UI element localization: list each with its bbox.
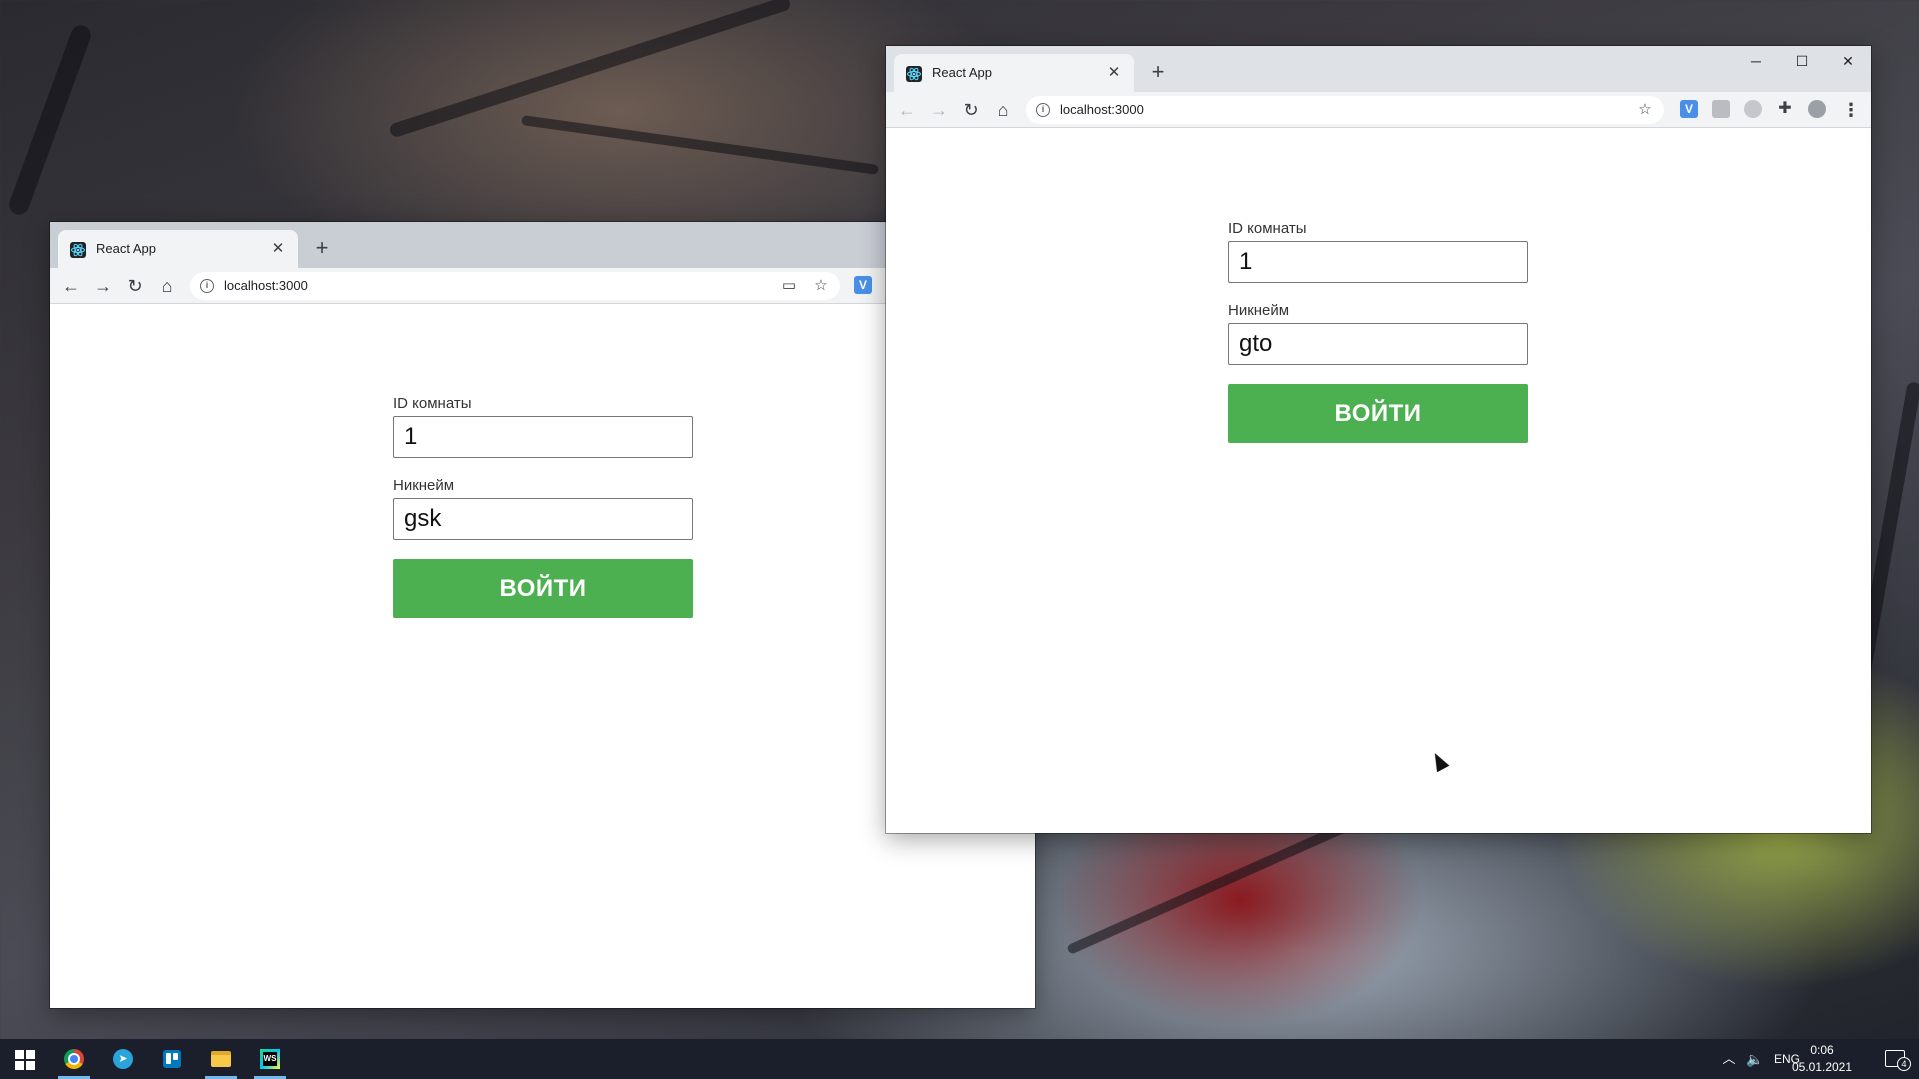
taskbar-app-trello[interactable] (148, 1039, 196, 1079)
home-icon[interactable]: ⌂ (989, 96, 1017, 124)
clock-date: 05.01.2021 (1791, 1060, 1853, 1074)
telegram-icon: ➤ (113, 1049, 133, 1069)
tab-title: React App (96, 241, 156, 256)
system-clock[interactable]: 0:06 05.01.2021 (1787, 1042, 1857, 1076)
nickname-input[interactable] (1228, 323, 1528, 365)
clock-time: 0:06 (1810, 1043, 1834, 1057)
close-window-icon[interactable]: ✕ (1825, 46, 1871, 76)
minimize-icon[interactable]: ─ (1733, 46, 1779, 76)
taskbar-app-chrome[interactable] (50, 1039, 98, 1079)
browser-toolbar: ← → ↻ ⌂ i localhost:3000 ☆ V ✚ ⋮ (886, 92, 1871, 128)
folder-icon (211, 1051, 231, 1067)
webstorm-icon: WS (260, 1049, 280, 1069)
home-icon[interactable]: ⌂ (153, 272, 181, 300)
url-text: localhost:3000 (224, 278, 308, 293)
bookmark-star-icon[interactable]: ☆ (810, 275, 832, 297)
reload-icon[interactable]: ↻ (957, 96, 985, 124)
notification-count-badge: 4 (1897, 1057, 1911, 1071)
extensions-puzzle-icon[interactable]: ✚ (1776, 100, 1794, 118)
profile-avatar-icon[interactable] (1808, 100, 1826, 118)
reload-icon[interactable]: ↻ (121, 272, 149, 300)
show-hidden-icons-chevron-icon[interactable]: ︿ (1717, 1039, 1741, 1079)
login-button[interactable]: ВОЙТИ (1228, 384, 1528, 443)
back-arrow-icon[interactable]: ← (893, 96, 921, 124)
browser-tab[interactable]: React App ✕ (58, 230, 298, 268)
chrome-icon (64, 1049, 84, 1069)
window-controls: ─ ☐ ✕ (1733, 46, 1871, 76)
close-tab-icon[interactable]: ✕ (268, 239, 288, 259)
forward-arrow-icon[interactable]: → (925, 96, 953, 124)
address-bar[interactable]: i localhost:3000 ▭ ☆ (190, 272, 840, 300)
new-tab-button[interactable]: + (1144, 58, 1172, 86)
trello-icon (163, 1050, 181, 1068)
react-logo-icon (906, 66, 922, 82)
close-tab-icon[interactable]: ✕ (1104, 63, 1124, 83)
room-id-label: ID комнаты (393, 395, 472, 412)
extension-gray-icon[interactable] (1712, 100, 1730, 118)
address-bar[interactable]: i localhost:3000 ☆ (1026, 96, 1664, 124)
nickname-input[interactable] (393, 498, 693, 540)
react-logo-icon (70, 242, 86, 258)
windows-logo-icon (15, 1050, 35, 1070)
tab-title: React App (932, 65, 992, 80)
bookmark-star-icon[interactable]: ☆ (1634, 99, 1656, 121)
wallpaper-stroke (6, 22, 94, 218)
taskbar: ➤ WS ︿ 🔈 ENG 0:06 05.01.2021 4 (0, 1039, 1919, 1079)
cast-icon[interactable]: ▭ (778, 275, 800, 297)
wallpaper-stroke (388, 0, 792, 139)
nickname-label: Никнейм (1228, 302, 1290, 319)
extension-power-icon[interactable] (1744, 100, 1762, 118)
browser-menu-icon[interactable]: ⋮ (1841, 98, 1861, 122)
page-content: ID комнаты Никнейм ВОЙТИ (886, 129, 1871, 833)
start-button[interactable] (0, 1039, 48, 1079)
room-id-input[interactable] (1228, 241, 1528, 283)
taskbar-app-telegram[interactable]: ➤ (99, 1039, 147, 1079)
browser-window-right[interactable]: React App ✕ + ─ ☐ ✕ ← → ↻ ⌂ i localhost:… (886, 46, 1871, 833)
tab-strip: React App ✕ + ─ ☐ ✕ (886, 46, 1871, 92)
taskbar-app-file-explorer[interactable] (197, 1039, 245, 1079)
extension-v-icon[interactable]: V (1680, 100, 1698, 118)
forward-arrow-icon[interactable]: → (89, 272, 117, 300)
login-form: ID комнаты Никнейм ВОЙТИ (393, 395, 693, 618)
url-text: localhost:3000 (1060, 102, 1144, 117)
room-id-label: ID комнаты (1228, 220, 1307, 237)
taskbar-app-webstorm[interactable]: WS (246, 1039, 294, 1079)
login-button[interactable]: ВОЙТИ (393, 559, 693, 618)
browser-tab[interactable]: React App ✕ (894, 54, 1134, 92)
new-tab-button[interactable]: + (308, 234, 336, 262)
wallpaper-stroke (521, 114, 879, 176)
back-arrow-icon[interactable]: ← (57, 272, 85, 300)
extension-v-icon[interactable]: V (854, 276, 872, 294)
login-form: ID комнаты Никнейм ВОЙТИ (1228, 220, 1528, 443)
info-icon[interactable]: i (1036, 103, 1050, 117)
nickname-label: Никнейм (393, 477, 455, 494)
maximize-icon[interactable]: ☐ (1779, 46, 1825, 76)
info-icon[interactable]: i (200, 279, 214, 293)
volume-icon[interactable]: 🔈 (1743, 1039, 1767, 1079)
room-id-input[interactable] (393, 416, 693, 458)
